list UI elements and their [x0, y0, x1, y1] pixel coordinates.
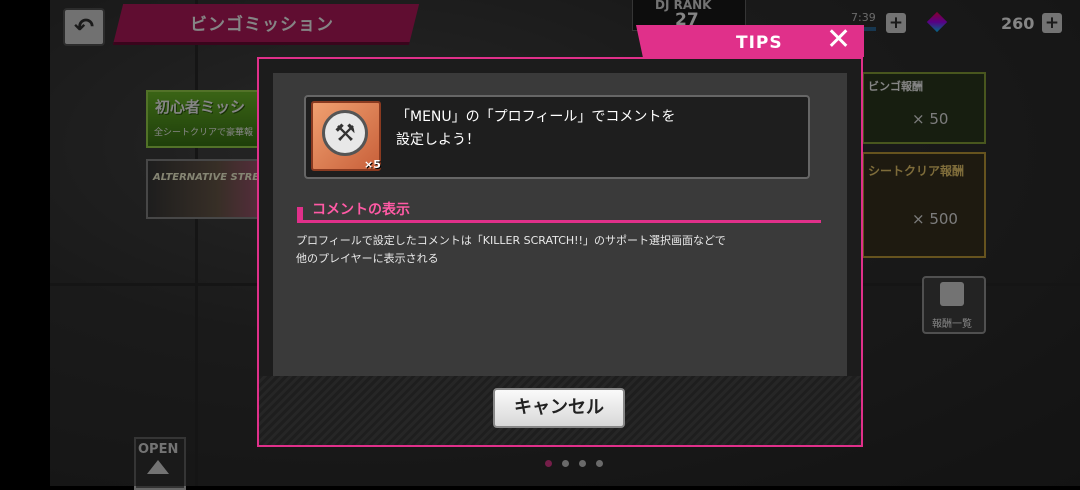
cancel-button[interactable]: キャンセル [493, 388, 625, 428]
section-body-text: プロフィールで設定したコメントは「KILLER SCRATCH!!」のサポート選… [296, 234, 726, 265]
close-icon[interactable]: ✕ [826, 24, 851, 56]
section-divider [297, 220, 821, 223]
wrench-emblem-icon: ⚒ [322, 110, 368, 156]
section-heading: コメントの表示 [312, 202, 410, 218]
tips-title: TIPS [736, 33, 783, 53]
tip-item-text: 「MENU」の「プロフィール」でコメントを 設定しよう！ [396, 109, 676, 148]
item-quantity: ×5 [364, 158, 381, 171]
